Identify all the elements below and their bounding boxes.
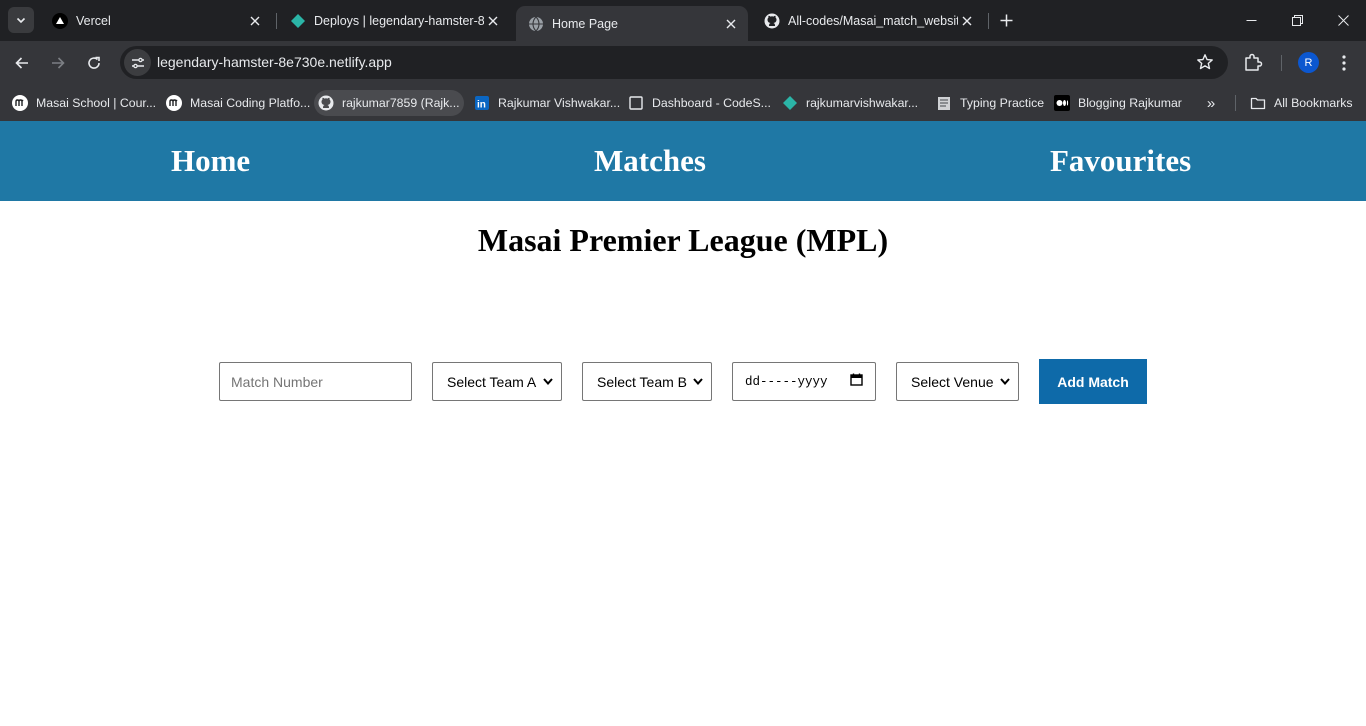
back-button[interactable] (8, 49, 36, 77)
plus-icon (1000, 14, 1012, 26)
tab-vercel[interactable]: Vercel (40, 0, 272, 41)
chevron-down-icon (16, 17, 26, 24)
url-text[interactable]: legendary-hamster-8e730e.netlify.app (157, 54, 392, 70)
bookmark-github-profile[interactable]: rajkumar7859 (Rajk... (314, 90, 464, 116)
restore-button[interactable] (1274, 0, 1320, 41)
netlify-diamond-icon (290, 13, 306, 29)
site-info-button[interactable] (124, 49, 151, 76)
minimize-icon (1246, 20, 1256, 21)
nav-link-favourites[interactable]: Favourites (1050, 143, 1191, 179)
team-a-selected: Select Team A (447, 373, 537, 390)
page-square-icon (628, 95, 644, 111)
arrow-right-icon (52, 57, 65, 69)
bookmark-linkedin[interactable]: in Rajkumar Vishwakar... (470, 90, 627, 116)
tab-title: Deploys | legendary-hamster-8e (314, 13, 484, 28)
nav-link-matches[interactable]: Matches (594, 143, 706, 179)
tab-search-button[interactable] (8, 7, 34, 33)
tab-deploys[interactable]: Deploys | legendary-hamster-8e (278, 0, 510, 41)
bookmark-label: Blogging Rajkumar (1078, 96, 1182, 110)
nav-link-home[interactable]: Home (171, 143, 250, 179)
bookmark-label: Rajkumar Vishwakar... (498, 96, 621, 110)
more-bookmarks-button[interactable]: » (1200, 94, 1222, 112)
medium-icon (1054, 95, 1070, 111)
bookmark-label: All Bookmarks (1274, 96, 1353, 110)
date-placeholder: dd-----yyyy (745, 374, 828, 389)
bookmark-label: Dashboard - CodeS... (652, 96, 771, 110)
github-icon (764, 13, 780, 29)
tab-github[interactable]: All-codes/Masai_match_website (752, 0, 984, 41)
linkedin-icon: in (474, 95, 490, 111)
venue-select[interactable]: Select Venue (896, 362, 1019, 401)
menu-button[interactable] (1334, 51, 1354, 75)
arrow-left-icon (15, 57, 28, 69)
svg-text:in: in (477, 100, 486, 111)
tab-divider (276, 13, 277, 29)
team-b-select[interactable]: Select Team B (582, 362, 712, 401)
more-vert-icon (1342, 55, 1346, 71)
match-number-input[interactable]: Match Number (219, 362, 412, 401)
venue-selected: Select Venue (911, 373, 994, 390)
bookmark-label: rajkumarvishwakar... (806, 96, 919, 110)
bookmark-label: Typing Practice (960, 96, 1045, 110)
reload-icon (88, 56, 100, 69)
reload-button[interactable] (80, 49, 108, 77)
chevron-down-icon (999, 376, 1010, 387)
toolbar-divider (1281, 55, 1282, 71)
bookmark-label: Masai Coding Platfo... (190, 96, 311, 110)
bookmark-label: rajkumar7859 (Rajk... (342, 96, 460, 110)
bookmark-masai-school[interactable]: Masai School | Cour... (8, 90, 163, 116)
masai-m-icon (166, 95, 182, 111)
minimize-button[interactable] (1228, 0, 1274, 41)
extensions-puzzle-icon[interactable] (1242, 51, 1264, 78)
bookmark-star-icon[interactable] (1196, 53, 1214, 76)
bookmark-typing-practice[interactable]: Typing Practice (932, 90, 1051, 116)
tab-title: All-codes/Masai_match_website (788, 13, 958, 28)
netlify-diamond-icon (782, 95, 798, 111)
chevron-down-icon (542, 376, 553, 387)
tab-title: Vercel (76, 13, 111, 28)
close-icon (1337, 15, 1349, 26)
vercel-triangle-icon (52, 12, 68, 29)
bookmark-netlify[interactable]: rajkumarvishwakar... (778, 90, 925, 116)
new-tab-button[interactable] (996, 10, 1016, 30)
close-icon[interactable] (484, 12, 502, 30)
match-date-input[interactable]: dd-----yyyy (732, 362, 876, 401)
tune-icon (131, 57, 144, 68)
bookmark-label: Masai School | Cour... (36, 96, 157, 110)
bookmark-masai-coding[interactable]: Masai Coding Platfo... (162, 90, 317, 116)
profile-avatar[interactable]: R (1298, 52, 1319, 73)
bookmarks-bar: Masai School | Cour... Masai Coding Plat… (0, 85, 1366, 121)
github-icon (318, 95, 334, 111)
bookmarks-divider (1235, 95, 1236, 111)
close-icon[interactable] (958, 12, 976, 30)
all-bookmarks-button[interactable]: All Bookmarks (1246, 90, 1360, 116)
typing-icon (936, 95, 952, 111)
restore-icon (1291, 15, 1303, 26)
tab-title: Home Page (552, 16, 619, 31)
tab-divider (988, 13, 989, 29)
tab-strip: Vercel Deploys | legendary-hamster-8e Ho… (0, 0, 1366, 41)
close-icon[interactable] (246, 12, 264, 30)
masai-m-icon (12, 95, 28, 111)
forward-button[interactable] (44, 49, 72, 77)
tab-home-page[interactable]: Home Page (516, 6, 748, 41)
bookmark-blogging[interactable]: Blogging Rajkumar (1050, 90, 1189, 116)
team-b-selected: Select Team B (597, 373, 688, 390)
match-number-placeholder: Match Number (231, 373, 323, 390)
folder-icon (1250, 95, 1266, 111)
bookmark-codesignal[interactable]: Dashboard - CodeS... (624, 90, 778, 116)
browser-toolbar: legendary-hamster-8e730e.netlify.app R (0, 41, 1366, 85)
add-match-button[interactable]: Add Match (1039, 359, 1147, 404)
calendar-icon[interactable] (850, 373, 863, 390)
site-navbar: Home Matches Favourites (0, 121, 1366, 201)
chevron-down-icon (692, 376, 703, 387)
page-title: Masai Premier League (MPL) (477, 222, 889, 258)
close-icon[interactable] (722, 15, 740, 33)
address-bar[interactable]: legendary-hamster-8e730e.netlify.app (120, 46, 1228, 79)
close-window-button[interactable] (1320, 0, 1366, 41)
team-a-select[interactable]: Select Team A (432, 362, 562, 401)
globe-icon (528, 16, 544, 32)
